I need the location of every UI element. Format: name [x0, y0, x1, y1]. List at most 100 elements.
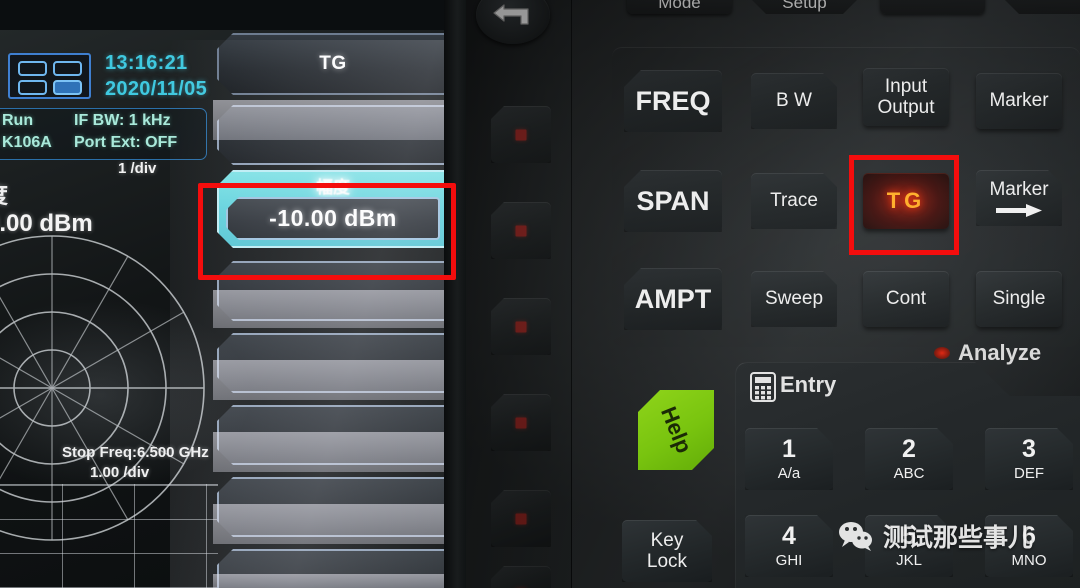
bw-button[interactable]: B W — [751, 73, 837, 129]
freq-button[interactable]: FREQ — [624, 70, 722, 132]
softkey-led-5 — [515, 513, 527, 524]
status-run: Run — [2, 112, 34, 129]
marker-to-button-label: Marker — [989, 179, 1049, 201]
key-2[interactable]: 2 ABC — [865, 428, 953, 490]
entry-section-label: Entry — [780, 372, 837, 397]
key-1-digit: 1 — [782, 434, 796, 463]
top-div-label: 1 /div — [118, 160, 157, 177]
screenshot-root: 13:16:21 2020/11/05 Run IF BW: 1 kHz K10… — [0, 0, 1080, 588]
annotation-box-tg-power — [198, 183, 456, 280]
marker-button-label: Marker — [989, 90, 1049, 112]
status-if-bw: IF BW: 1 kHz — [74, 112, 171, 129]
softkey-hard-6[interactable] — [491, 566, 551, 588]
key-3[interactable]: 3 DEF — [985, 428, 1073, 490]
ref-level-value: 0.00 dBm — [0, 210, 93, 237]
cont-button[interactable]: Cont — [863, 271, 949, 327]
trace-button-label: Trace — [770, 190, 818, 212]
softkey-blank-3-body — [217, 333, 449, 393]
wechat-watermark: 测试那些事儿 — [838, 518, 1033, 554]
bw-button-label: B W — [776, 90, 812, 112]
softkey-menu-title: TG — [217, 33, 449, 95]
key-1-sub: A/a — [777, 464, 801, 482]
softkey-led-1 — [515, 129, 527, 140]
cont-button-label: Cont — [885, 288, 927, 310]
status-row-2: K106A Port Ext: OFF — [2, 134, 207, 157]
softkey-hard-3[interactable] — [491, 298, 551, 355]
softkey-led-2 — [515, 225, 527, 236]
mode-button-label: Mode — [658, 0, 701, 12]
key-2-sub: ABC — [893, 464, 925, 482]
return-button[interactable] — [476, 0, 550, 44]
top-button-4[interactable] — [1005, 0, 1080, 14]
analyzer-label: Analyze — [958, 340, 1042, 365]
softkey-blank-4-body — [217, 405, 449, 465]
softkey-hard-2[interactable] — [491, 202, 551, 259]
status-row-1: Run IF BW: 1 kHz — [2, 112, 207, 135]
freq-button-label: FREQ — [635, 85, 711, 116]
softkey-title-label: TG — [319, 53, 347, 74]
layout-quadrant-1 — [18, 61, 47, 76]
wechat-icon — [839, 522, 872, 551]
layout-quadrant-3 — [18, 80, 47, 95]
span-button[interactable]: SPAN — [624, 170, 722, 232]
status-model: K106A — [2, 134, 52, 151]
setup-button-label: Setup — [782, 0, 827, 12]
input-output-button-label: Input Output — [877, 75, 935, 118]
softkey-blank-1-body — [217, 105, 449, 165]
top-button-3[interactable] — [880, 0, 985, 14]
single-button-label: Single — [992, 288, 1046, 310]
softkey-blank-6-body — [217, 549, 449, 588]
softkey-blank-6[interactable] — [217, 549, 449, 588]
key-3-sub: DEF — [1014, 464, 1044, 482]
main-key-grid: FREQ B W Input Output Marker SPAN Trace … — [612, 47, 1080, 347]
softkey-led-4 — [515, 417, 527, 428]
marker-button[interactable]: Marker — [976, 73, 1062, 129]
mode-button[interactable]: Mode — [627, 0, 732, 14]
return-arrow-icon — [493, 4, 529, 25]
status-box: Run IF BW: 1 kHz K106A Port Ext: OFF — [0, 108, 207, 160]
key-1[interactable]: 1 A/a — [745, 428, 833, 490]
bottom-div-label: 1.00 /div — [90, 464, 150, 481]
window-layout-icon[interactable] — [8, 53, 91, 99]
layout-quadrant-2 — [53, 61, 82, 76]
key-4[interactable]: 4 GHI — [745, 515, 833, 577]
softkey-blank-3[interactable] — [217, 333, 449, 393]
sweep-button[interactable]: Sweep — [751, 271, 837, 327]
softkey-led-3 — [515, 321, 527, 332]
softkey-blank-1[interactable] — [217, 105, 449, 165]
marker-to-button[interactable]: Marker — [976, 170, 1062, 226]
help-button-label: Help — [655, 403, 697, 457]
ampt-button[interactable]: AMPT — [624, 268, 722, 330]
softkey-blank-5-body — [217, 477, 449, 537]
softkey-blank-4[interactable] — [217, 405, 449, 465]
sweep-button-label: Sweep — [764, 288, 824, 310]
ref-level-cn-label: 度 — [0, 178, 8, 210]
watermark-text: 测试那些事儿 — [883, 524, 1034, 552]
span-button-label: SPAN — [636, 185, 710, 216]
single-button[interactable]: Single — [976, 271, 1062, 327]
key-5-sub: JKL — [896, 551, 922, 569]
key-4-digit: 4 — [782, 521, 796, 550]
input-output-button[interactable]: Input Output — [863, 68, 949, 126]
softkey-hard-1[interactable] — [491, 106, 551, 163]
key-lock-button-label: Key Lock — [646, 529, 688, 572]
softkey-hard-5[interactable] — [491, 490, 551, 547]
softkey-hard-4[interactable] — [491, 394, 551, 451]
key-lock-button[interactable]: Key Lock — [622, 520, 712, 582]
right-arrow-icon — [996, 203, 1042, 217]
lcd-top-bezel — [0, 0, 460, 30]
status-port-ext: Port Ext: OFF — [74, 134, 178, 151]
key-2-digit: 2 — [902, 434, 916, 463]
key-3-digit: 3 — [1022, 434, 1036, 463]
help-button[interactable]: Help — [638, 390, 714, 470]
bezel-seam — [444, 0, 466, 588]
softkey-button-strip — [460, 0, 572, 588]
key-6-sub: MNO — [1011, 551, 1047, 569]
key-4-sub: GHI — [775, 551, 803, 569]
setup-button[interactable]: Setup — [752, 0, 857, 14]
trace-button[interactable]: Trace — [751, 173, 837, 229]
softkey-blank-5[interactable] — [217, 477, 449, 537]
annotation-box-tg-key — [849, 155, 959, 255]
layout-quadrant-4-active — [53, 80, 82, 95]
ampt-button-label: AMPT — [634, 283, 712, 314]
